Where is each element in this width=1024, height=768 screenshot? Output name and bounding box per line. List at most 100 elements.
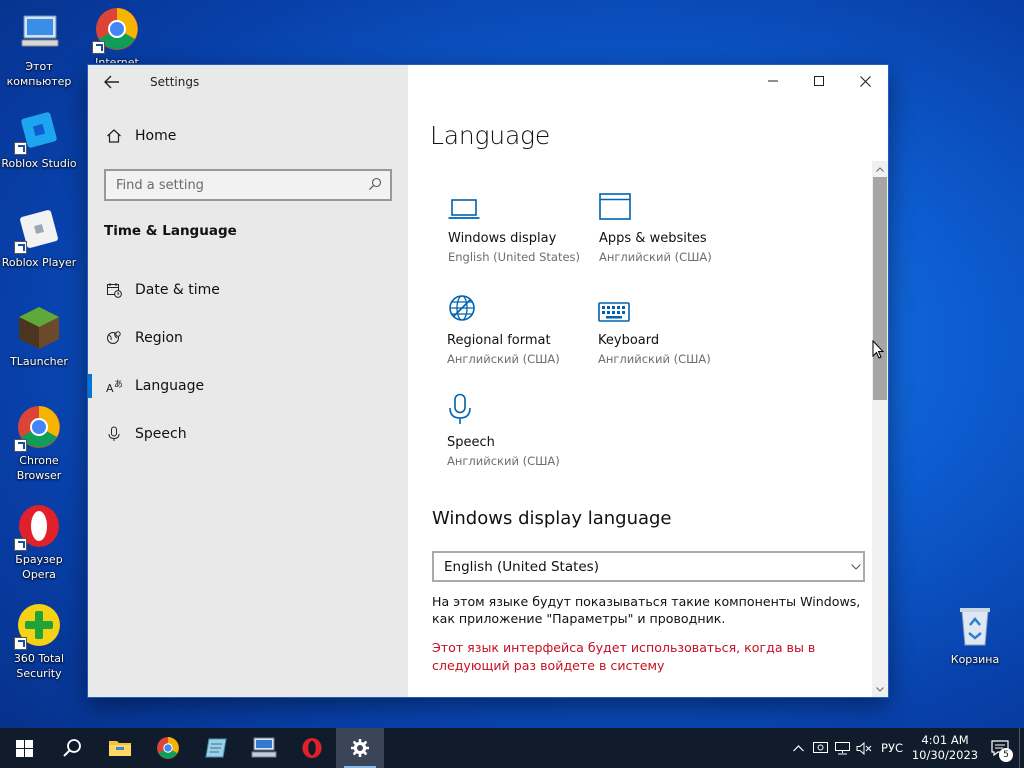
- display-language-warning: Этот язык интерфейса будет использоватьс…: [432, 640, 816, 673]
- window-icon: [599, 183, 744, 221]
- network-app-icon: [251, 737, 277, 758]
- taskbar-chrome[interactable]: [144, 728, 192, 768]
- scroll-thumb[interactable]: [873, 177, 887, 400]
- settings-content: Language Windows display English (United…: [408, 65, 888, 697]
- window-controls: [750, 65, 888, 97]
- window-title: Settings: [150, 75, 200, 89]
- windows-logo-icon: [15, 739, 33, 757]
- action-center-button[interactable]: 5: [981, 728, 1019, 768]
- keyboard-icon: [598, 285, 743, 323]
- section-heading: Time & Language: [104, 223, 237, 239]
- tile-name: Windows display: [448, 231, 557, 246]
- clock-date: 10/30/2023: [911, 748, 979, 762]
- screen-icon: [812, 741, 828, 753]
- home-link[interactable]: Home: [104, 126, 176, 146]
- desktop-icon-recycle-bin[interactable]: Корзина: [936, 603, 1014, 667]
- taskbar-file-explorer[interactable]: [96, 728, 144, 768]
- chevron-up-icon: [792, 744, 804, 751]
- input-language-indicator[interactable]: РУС: [875, 741, 909, 755]
- microphone-icon: [104, 424, 124, 444]
- back-button[interactable]: [88, 65, 136, 99]
- show-hidden-icons-button[interactable]: [787, 728, 809, 768]
- taskbar-app-network[interactable]: [240, 728, 288, 768]
- search-box[interactable]: [104, 169, 392, 201]
- notes-app-icon: [205, 738, 227, 758]
- display-language-dropdown[interactable]: English (United States): [432, 551, 865, 582]
- 360-security-icon: [14, 602, 62, 650]
- folder-icon: [109, 741, 131, 756]
- scroll-up-icon[interactable]: [872, 161, 888, 177]
- tile-name: Speech: [447, 435, 495, 450]
- search-button[interactable]: [48, 728, 96, 768]
- sidebar-item-speech[interactable]: Speech: [104, 420, 187, 448]
- network-tray-button[interactable]: [831, 728, 853, 768]
- search-input[interactable]: [116, 177, 368, 193]
- tile-subtitle: Английский (США): [447, 454, 560, 468]
- desktop-icon-internet-studio[interactable]: Internet Studio: [78, 6, 156, 63]
- notification-badge: 5: [999, 748, 1013, 762]
- desktop-icon-label: TLauncher: [10, 355, 68, 368]
- selected-indicator: [88, 374, 92, 398]
- display-language-description: На этом языке будут показываться такие к…: [432, 594, 861, 626]
- dropdown-value: English (United States): [444, 558, 599, 575]
- tile-apps-websites[interactable]: Apps & websites Английский (США): [599, 183, 744, 264]
- svg-text:あ: あ: [114, 379, 122, 390]
- language-icon: Aあ: [104, 376, 124, 396]
- close-button[interactable]: [842, 65, 888, 97]
- taskbar-app-notes[interactable]: [192, 728, 240, 768]
- network-icon: [834, 741, 850, 754]
- date-time-icon: [104, 280, 124, 300]
- sidebar-item-region[interactable]: Region: [104, 324, 183, 352]
- desktop-icon-this-pc[interactable]: Этот компьютер: [0, 10, 78, 89]
- settings-sidebar: Settings Home Time & Language Date & tim…: [88, 65, 408, 697]
- sidebar-item-label: Speech: [135, 426, 187, 442]
- tile-regional-format[interactable]: Regional format Английский (США): [447, 285, 592, 366]
- show-desktop-button[interactable]: [1019, 728, 1024, 768]
- opera-icon: [302, 737, 322, 759]
- desktop-icon-label: Roblox Studio: [1, 157, 77, 170]
- desktop-icon-360-security[interactable]: 360 Total Security: [0, 602, 78, 681]
- desktop-icon-roblox-player[interactable]: Roblox Player: [0, 206, 78, 270]
- tile-keyboard[interactable]: Keyboard Английский (США): [598, 285, 743, 366]
- mouse-cursor-icon: [872, 340, 884, 359]
- this-pc-icon: [16, 10, 62, 56]
- volume-tray-button[interactable]: [853, 728, 875, 768]
- opera-icon: [14, 503, 62, 551]
- shortcut-arrow-icon: [14, 538, 27, 551]
- sidebar-item-date-time[interactable]: Date & time: [104, 276, 220, 304]
- desktop-icon-opera[interactable]: Браузер Opera: [0, 503, 78, 582]
- tlauncher-icon: [16, 305, 62, 351]
- maximize-icon: [814, 76, 824, 86]
- shortcut-arrow-icon: [14, 241, 27, 254]
- minimize-icon: [768, 80, 778, 82]
- shortcut-arrow-icon: [92, 41, 105, 54]
- desktop-icon-tlauncher[interactable]: TLauncher: [0, 305, 78, 369]
- search-icon[interactable]: [368, 176, 382, 195]
- tile-name: Keyboard: [598, 333, 660, 348]
- close-icon: [859, 75, 871, 87]
- tile-name: Regional format: [447, 333, 551, 348]
- tray-app-icon[interactable]: [809, 728, 831, 768]
- recycle-bin-icon: [952, 603, 998, 649]
- start-button[interactable]: [0, 728, 48, 768]
- tile-speech[interactable]: Speech Английский (США): [447, 387, 592, 468]
- sidebar-item-label: Language: [135, 378, 205, 394]
- sidebar-item-language[interactable]: Aあ Language: [104, 372, 204, 400]
- scroll-down-icon[interactable]: [872, 681, 888, 697]
- desktop-icon-chrone-browser[interactable]: Chrone Browser: [0, 404, 78, 483]
- desktop-icon-roblox-studio[interactable]: Roblox Studio: [0, 107, 78, 171]
- tile-subtitle: Английский (США): [598, 352, 711, 366]
- roblox-player-icon: [14, 206, 62, 254]
- tile-windows-display[interactable]: Windows display English (United States): [448, 183, 593, 264]
- clock[interactable]: 4:01 AM 10/30/2023: [909, 733, 981, 763]
- chrome-icon: [14, 404, 62, 452]
- minimize-button[interactable]: [750, 65, 796, 97]
- settings-window: Settings Home Time & Language Date & tim…: [88, 65, 888, 697]
- content-scrollbar[interactable]: [872, 161, 888, 697]
- laptop-icon: [448, 183, 593, 221]
- taskbar-opera[interactable]: [288, 728, 336, 768]
- maximize-button[interactable]: [796, 65, 842, 97]
- taskbar-settings[interactable]: [336, 728, 384, 768]
- page-title: Language: [430, 121, 551, 150]
- desktop-icon-label: Roblox Player: [1, 256, 77, 269]
